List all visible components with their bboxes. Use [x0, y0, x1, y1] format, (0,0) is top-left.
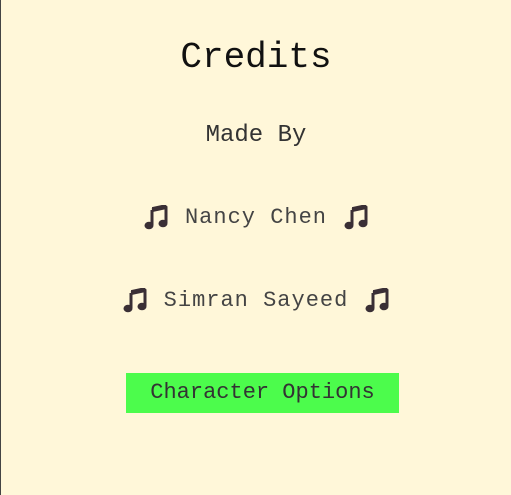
page-title: Credits — [180, 37, 332, 78]
music-note-icon — [364, 288, 390, 314]
credit-name: Simran Sayeed — [163, 288, 349, 313]
made-by-label: Made By — [205, 122, 307, 149]
credits-screen: Credits Made By Nancy Chen Simran Sayeed… — [1, 0, 511, 495]
character-options-button[interactable]: Character Options — [126, 373, 399, 413]
music-note-icon — [343, 205, 369, 231]
music-note-icon — [143, 205, 169, 231]
credit-name: Nancy Chen — [184, 205, 328, 230]
music-note-icon — [122, 288, 148, 314]
credit-row-simran: Simran Sayeed — [1, 286, 511, 316]
credit-row-nancy: Nancy Chen — [1, 203, 511, 233]
